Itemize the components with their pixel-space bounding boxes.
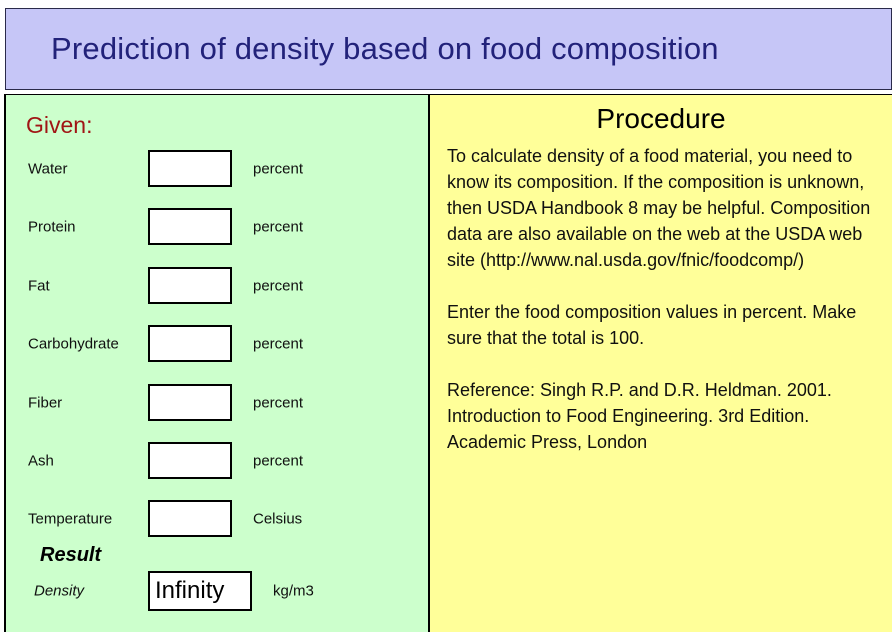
density-output-field[interactable] (148, 571, 252, 611)
procedure-paragraph-intro: To calculate density of a food material,… (447, 146, 871, 270)
field-row-density: Density kg/m3 (0, 571, 426, 611)
procedure-spacer-1 (447, 273, 883, 299)
title-banner: Prediction of density based on food comp… (5, 8, 892, 90)
field-label-ash: Ash (28, 452, 54, 470)
field-row-water: Water percent (0, 150, 426, 188)
field-unit-fiber: percent (253, 394, 304, 412)
given-heading: Given: (26, 112, 93, 138)
field-label-temperature: Temperature (28, 510, 113, 528)
field-row-protein: Protein percent (0, 208, 426, 246)
field-unit-ash: percent (253, 452, 304, 470)
protein-input[interactable] (148, 208, 232, 245)
carbohydrate-input[interactable] (148, 325, 232, 362)
field-label-protein: Protein (28, 218, 76, 236)
field-label-water: Water (28, 160, 68, 178)
page-title: Prediction of density based on food comp… (51, 31, 719, 66)
water-input[interactable] (148, 150, 232, 187)
field-label-carbohydrate: Carbohydrate (28, 335, 119, 353)
fiber-input[interactable] (148, 384, 232, 421)
temperature-input[interactable] (148, 500, 232, 537)
fat-input[interactable] (148, 267, 232, 304)
density-prediction-app: Prediction of density based on food comp… (0, 0, 892, 632)
procedure-paragraph-reference: Reference: Singh R.P. and D.R. Heldman. … (447, 380, 832, 452)
procedure-paragraph-instructions: Enter the food composition values in per… (447, 302, 857, 348)
field-row-fiber: Fiber percent (0, 384, 426, 422)
field-unit-density: kg/m3 (273, 582, 314, 600)
result-heading: Result (40, 544, 102, 566)
procedure-spacer-2 (447, 351, 883, 377)
field-label-fat: Fat (28, 277, 50, 295)
field-row-carbohydrate: Carbohydrate percent (0, 325, 426, 363)
field-label-density: Density (34, 582, 85, 600)
field-row-ash: Ash percent (0, 442, 426, 480)
procedure-panel: Procedure To calculate density of a food… (430, 94, 892, 632)
field-row-temperature: Temperature Celsius (0, 500, 426, 538)
field-unit-carbohydrate: percent (253, 335, 304, 353)
field-row-fat: Fat percent (0, 267, 426, 305)
field-unit-protein: percent (253, 218, 304, 236)
field-unit-water: percent (253, 160, 304, 178)
field-unit-temperature: Celsius (253, 510, 303, 528)
field-label-fiber: Fiber (28, 394, 63, 412)
ash-input[interactable] (148, 442, 232, 479)
procedure-heading: Procedure (596, 103, 726, 134)
field-unit-fat: percent (253, 277, 304, 295)
procedure-body: To calculate density of a food material,… (447, 143, 883, 455)
